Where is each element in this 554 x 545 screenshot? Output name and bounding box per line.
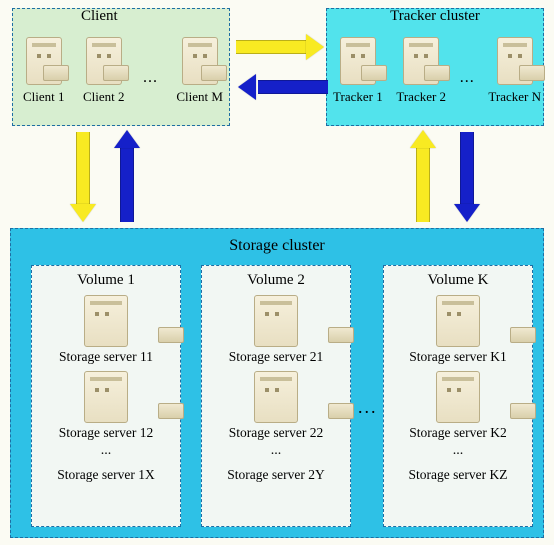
tracker-ellipsis: ... [460, 55, 475, 87]
volume-k-dots: ... [384, 443, 532, 459]
storage-server-22-icon [202, 371, 350, 423]
volume-1-title: Volume 1 [32, 272, 180, 289]
storage-title: Storage cluster [11, 229, 543, 255]
arrow-tracker-to-client [248, 80, 326, 94]
storage-server-k1-icon [384, 295, 532, 347]
storage-server-11-icon [32, 295, 180, 347]
tracker-server-1: Tracker 1 [333, 37, 383, 105]
storage-server-1x-label: Storage server 1X [32, 467, 180, 483]
volume-1-dots: ... [32, 443, 180, 459]
client-cluster-box: Client Client 1 Client 2 ... Client M [12, 8, 230, 126]
storage-server-21-label: Storage server 21 [202, 349, 350, 365]
client-server-2: Client 2 [83, 37, 125, 105]
tracker-row: Tracker 1 Tracker 2 ... Tracker N [333, 37, 541, 105]
tracker-server-n: Tracker N [488, 37, 541, 105]
client-label-2: Client 2 [83, 89, 125, 105]
storage-server-2y-label: Storage server 2Y [202, 467, 350, 483]
storage-server-k1-label: Storage server K1 [384, 349, 532, 365]
tracker-cluster-box: Tracker cluster Tracker 1 Tracker 2 ... … [326, 8, 544, 126]
volume-2-box: Volume 2 Storage server 21 Storage serve… [201, 265, 351, 527]
storage-server-21-icon [202, 295, 350, 347]
storage-server-12-label: Storage server 12 [32, 425, 180, 441]
client-title: Client [13, 8, 229, 25]
client-ellipsis: ... [143, 55, 158, 87]
arrow-tracker-to-storage [460, 132, 474, 212]
tracker-label-n: Tracker N [488, 89, 541, 105]
arrow-storage-to-tracker [416, 140, 430, 220]
tracker-label-2: Tracker 2 [396, 89, 446, 105]
volume-k-box: Volume K Storage server K1 Storage serve… [383, 265, 533, 527]
tracker-label-1: Tracker 1 [333, 89, 383, 105]
storage-server-k2-label: Storage server K2 [384, 425, 532, 441]
storage-cluster-box: Storage cluster Volume 1 Storage server … [10, 228, 544, 538]
volume-2-dots: ... [202, 443, 350, 459]
storage-volumes-ellipsis: ... [358, 397, 378, 418]
tracker-title: Tracker cluster [327, 8, 543, 25]
client-row: Client 1 Client 2 ... Client M [23, 37, 223, 105]
volume-1-box: Volume 1 Storage server 11 Storage serve… [31, 265, 181, 527]
client-server-m: Client M [176, 37, 223, 105]
storage-server-k2-icon [384, 371, 532, 423]
storage-server-11-label: Storage server 11 [32, 349, 180, 365]
arrow-storage-to-client [120, 140, 134, 220]
volume-k-title: Volume K [384, 272, 532, 289]
architecture-diagram: Client Client 1 Client 2 ... Client M Tr… [0, 0, 554, 545]
tracker-server-2: Tracker 2 [396, 37, 446, 105]
client-label-m: Client M [176, 89, 223, 105]
volume-2-title: Volume 2 [202, 272, 350, 289]
storage-server-12-icon [32, 371, 180, 423]
client-server-1: Client 1 [23, 37, 65, 105]
storage-server-kz-label: Storage server KZ [384, 467, 532, 483]
storage-server-22-label: Storage server 22 [202, 425, 350, 441]
client-label-1: Client 1 [23, 89, 65, 105]
arrow-client-to-tracker [236, 40, 314, 54]
arrow-client-to-storage [76, 132, 90, 212]
